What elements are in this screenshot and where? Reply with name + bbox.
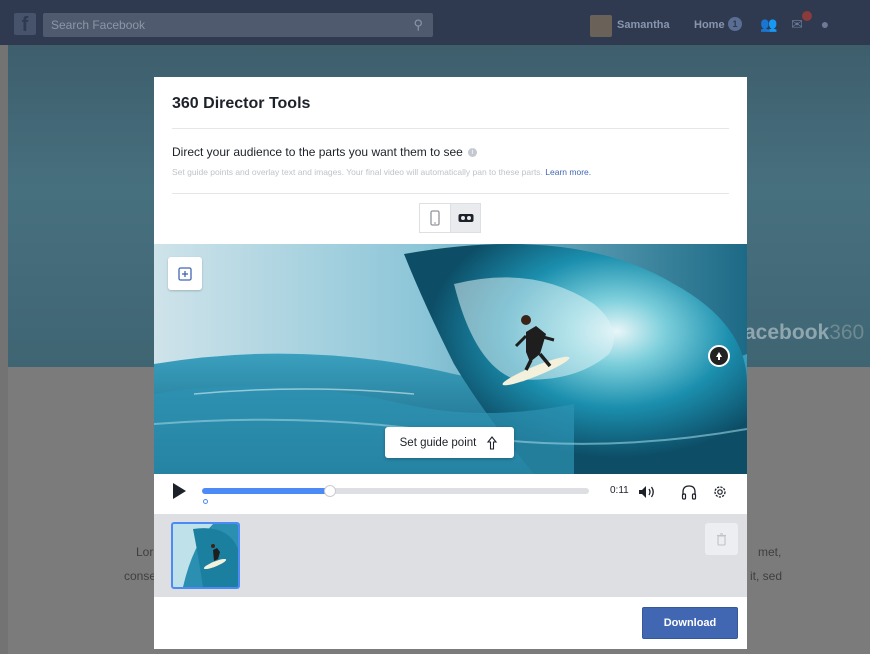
thumbnail-image (173, 524, 238, 587)
divider (172, 193, 729, 194)
set-guide-point-button[interactable]: Set guide point (385, 427, 514, 458)
compass-icon[interactable] (708, 345, 730, 367)
background-text: met, (758, 545, 782, 559)
background-text: Lor (136, 545, 154, 559)
delete-guide-point-button[interactable] (705, 523, 738, 555)
background-text: it, sed (750, 569, 783, 583)
home-link[interactable]: Home (694, 19, 725, 31)
background-text: conse (124, 569, 157, 583)
dialog-description: Set guide points and overlay text and im… (172, 167, 591, 177)
search-input[interactable]: Search Facebook ⚲ (43, 13, 433, 37)
guide-point-marker[interactable] (203, 499, 208, 504)
add-overlay-icon (178, 266, 192, 281)
guide-point-timeline (154, 514, 747, 597)
download-button[interactable]: Download (642, 607, 738, 639)
learn-more-link[interactable]: Learn more. (545, 167, 591, 177)
player-controls: 0:11 (154, 474, 747, 514)
globe-icon[interactable]: ● (816, 16, 834, 32)
time-display: 0:11 (610, 485, 629, 496)
dialog-title: 360 Director Tools (172, 95, 311, 112)
trash-icon (717, 532, 726, 546)
volume-icon[interactable] (637, 482, 657, 502)
home-count-badge: 1 (728, 17, 742, 31)
progress-handle[interactable] (323, 485, 336, 497)
subtitle-text: Direct your audience to the parts you wa… (172, 145, 463, 159)
mobile-view-button[interactable] (420, 204, 450, 232)
mobile-icon (430, 210, 440, 226)
pointer-icon (487, 435, 498, 450)
vr-view-button[interactable] (450, 204, 480, 232)
play-icon[interactable] (173, 483, 186, 499)
guide-point-label: Set guide point (399, 436, 477, 449)
headphones-icon[interactable] (679, 482, 699, 502)
search-icon[interactable]: ⚲ (413, 17, 423, 33)
description-text: Set guide points and overlay text and im… (172, 167, 543, 177)
friend-requests-icon[interactable]: 👥 (760, 16, 778, 32)
gear-icon[interactable] (710, 482, 730, 502)
video-preview[interactable]: Set guide point (154, 244, 747, 474)
divider (172, 128, 729, 129)
progress-fill (202, 488, 330, 494)
search-placeholder: Search Facebook (51, 18, 146, 32)
info-icon[interactable]: i (467, 147, 477, 157)
facebook-logo[interactable]: f (14, 13, 36, 36)
avatar[interactable] (590, 15, 612, 37)
add-overlay-button[interactable] (168, 257, 202, 290)
compass-arrow-icon (716, 352, 722, 360)
profile-link[interactable]: Samantha (617, 19, 670, 31)
guide-point-thumbnail[interactable] (171, 522, 240, 589)
dialog-subtitle: Direct your audience to the parts you wa… (172, 145, 477, 159)
progress-bar[interactable] (202, 485, 589, 497)
cover-brand: acebook360 (744, 321, 865, 344)
director-tools-dialog: 360 Director Tools Direct your audience … (154, 77, 747, 649)
messages-badge (802, 11, 812, 21)
view-mode-toggle (419, 203, 481, 233)
vr-headset-icon (458, 214, 473, 222)
facebook-top-bar: f Search Facebook ⚲ Samantha Home 1 👥 ✉ … (0, 0, 870, 45)
